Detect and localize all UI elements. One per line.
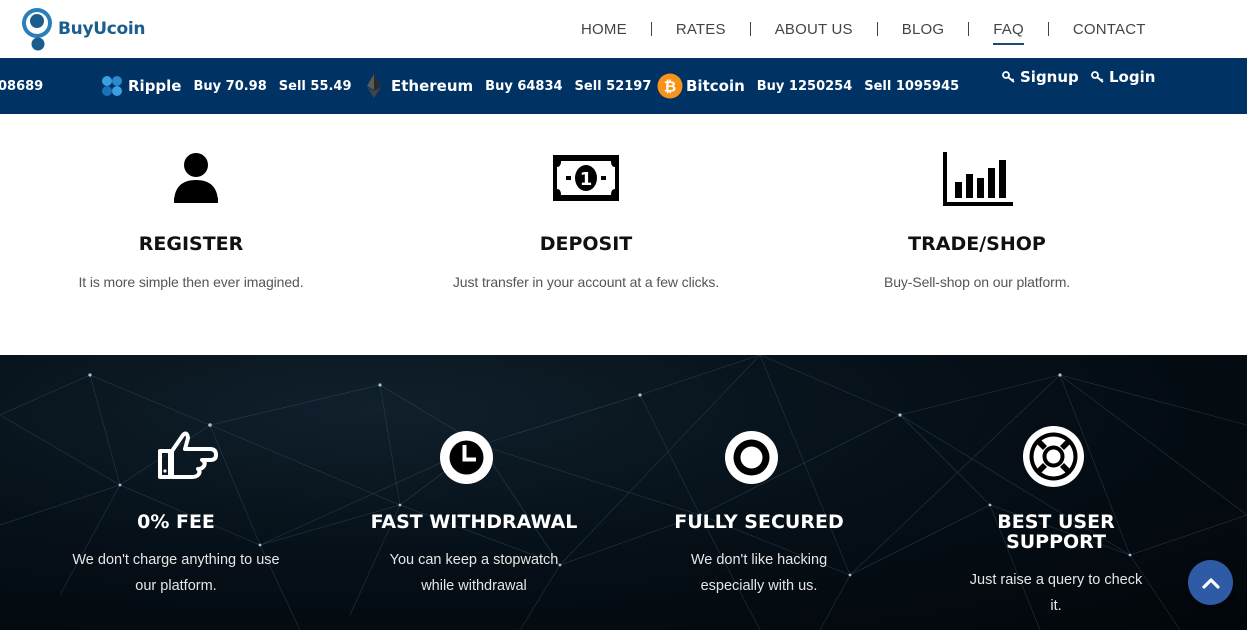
key-icon (1091, 71, 1104, 83)
signup-link[interactable]: Signup (1002, 68, 1079, 86)
step-desc-deposit: Just transfer in your account at a few c… (452, 274, 720, 290)
ticker-buy-price: Buy 70.98 (193, 78, 267, 94)
svg-text:1: 1 (580, 169, 593, 190)
ticker-item-ethereum: Ethereum Buy 64834 Sell 52197 (366, 58, 651, 114)
main-nav: HOME RATES ABOUT US BLOG FAQ CONTACT (581, 0, 1146, 58)
feature-title-line: SUPPORT (1006, 531, 1106, 553)
features-section: 0% FEE We don't charge anything to use o… (0, 355, 1247, 630)
nav-blog[interactable]: BLOG (902, 0, 944, 58)
feature-desc-line: You can keep a stopwatch (389, 552, 559, 568)
step-title-deposit: DEPOSIT (539, 233, 633, 255)
bitcoin-icon: ₿ (657, 73, 683, 99)
step-title-trade-shop: TRADE/SHOP (908, 233, 1046, 255)
ripple-icon (102, 76, 122, 96)
login-link[interactable]: Login (1091, 68, 1155, 86)
feature-desc-line: especially with us. (700, 578, 818, 594)
feature-desc-line: We don't like hacking (690, 552, 828, 568)
bar-chart-icon (943, 152, 1013, 206)
ticker-partial-value: 08689 (0, 58, 43, 114)
key-icon (1002, 71, 1015, 83)
nav-divider (749, 22, 751, 36)
ticker-buy-price: Buy 64834 (485, 78, 563, 94)
feature-title-best-user-support: BEST USER SUPPORT (997, 512, 1114, 552)
login-label: Login (1109, 68, 1156, 86)
step-desc-register: It is more simple then ever imagined. (78, 274, 304, 290)
feature-desc-fast-withdrawal: You can keep a stopwatch while withdrawa… (359, 547, 589, 599)
feature-title-line: BEST USER (997, 511, 1115, 533)
site-header: BuyUcoin HOME RATES ABOUT US BLOG FAQ CO… (0, 0, 1247, 58)
brand-logo[interactable]: BuyUcoin (20, 6, 146, 52)
step-title-register: REGISTER (138, 233, 244, 255)
nav-divider (1047, 22, 1049, 36)
ticker-sell-price: Sell 52197 (574, 78, 652, 94)
svg-text:₿: ₿ (664, 78, 676, 96)
ethereum-icon (367, 74, 381, 98)
target-icon (725, 431, 778, 484)
ticker-partial-text: 08689 (0, 78, 44, 94)
chevron-up-icon (1201, 577, 1220, 589)
nav-rates[interactable]: RATES (676, 0, 726, 58)
feature-desc-line: We don't charge anything to use (72, 552, 280, 568)
ticker-sell-price: Sell 1095945 (864, 78, 960, 94)
nav-divider (876, 22, 878, 36)
nav-divider (968, 22, 970, 36)
scroll-to-top-button[interactable] (1188, 560, 1233, 605)
how-it-works-section: REGISTER It is more simple then ever ima… (0, 114, 1247, 355)
feature-desc-best-user-support: Just raise a query to check it. (941, 567, 1171, 619)
hand-pointing-icon (158, 431, 218, 479)
ticker-coin-name: Ripple (128, 77, 182, 95)
ticker-sell-price: Sell 55.49 (278, 78, 352, 94)
feature-desc-line: our platform. (135, 578, 217, 594)
nav-faq[interactable]: FAQ (993, 0, 1024, 58)
feature-title-fast-withdrawal: FAST WITHDRAWAL (370, 511, 578, 533)
ticker-item-bitcoin: ₿ Bitcoin Buy 1250254 Sell 1095945 (657, 58, 959, 114)
feature-desc-0-fee: We don't charge anything to use our plat… (61, 547, 291, 599)
brand-name: BuyUcoin (58, 19, 146, 39)
nav-home[interactable]: HOME (581, 0, 627, 58)
feature-title-fully-secured: FULLY SECURED (674, 511, 844, 533)
price-ticker: 08689 Ripple Buy 70.98 Sell 55.49 Ethere… (0, 58, 1247, 114)
logo-icon (22, 8, 52, 51)
ticker-buy-price: Buy 1250254 (756, 78, 853, 94)
ticker-coin-name: Ethereum (391, 77, 474, 95)
nav-divider (650, 22, 652, 36)
step-desc-trade-shop: Buy-Sell-shop on our platform. (883, 274, 1071, 290)
user-icon (174, 153, 218, 203)
clock-icon (440, 431, 493, 484)
feature-desc-line: Just raise a query to check (969, 572, 1143, 588)
signup-label: Signup (1020, 68, 1079, 86)
banknote-icon: 1 (553, 155, 619, 201)
feature-desc-fully-secured: We don't like hacking especially with us… (644, 547, 874, 599)
nav-about-us[interactable]: ABOUT US (775, 0, 853, 58)
ticker-coin-name: Bitcoin (686, 77, 745, 95)
ticker-item-ripple: Ripple Buy 70.98 Sell 55.49 (99, 58, 352, 114)
nav-contact[interactable]: CONTACT (1073, 0, 1146, 58)
life-ring-icon (1023, 426, 1084, 487)
feature-title-0-fee: 0% FEE (137, 511, 215, 533)
feature-desc-line: it. (1050, 598, 1062, 614)
feature-desc-line: while withdrawal (421, 578, 527, 594)
